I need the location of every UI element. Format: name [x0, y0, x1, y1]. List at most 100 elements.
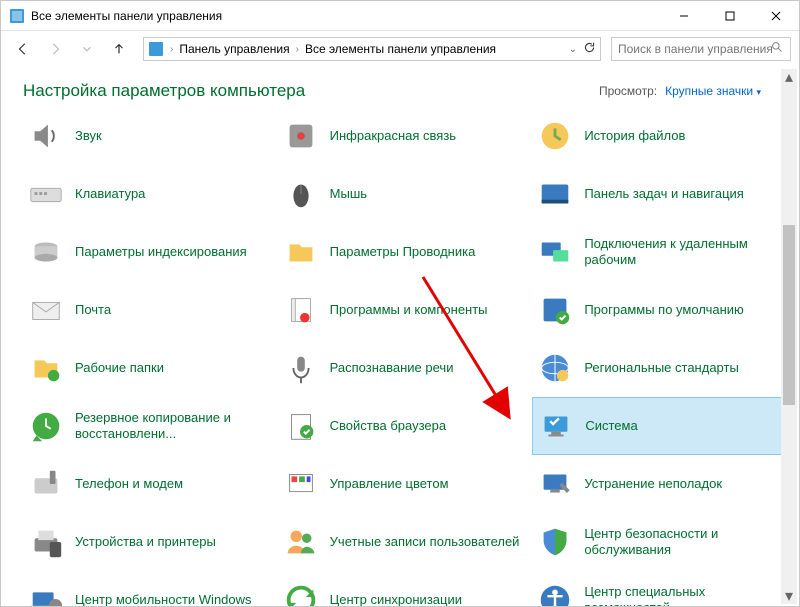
control-panel-item[interactable]: Программы и компоненты	[278, 281, 533, 339]
close-button[interactable]	[753, 1, 799, 30]
forward-button[interactable]	[41, 35, 69, 63]
region-icon	[534, 347, 576, 389]
item-label: Региональные стандарты	[584, 360, 738, 376]
mail-icon	[25, 289, 67, 331]
control-panel-item[interactable]: Клавиатура	[23, 165, 278, 223]
content-area: Настройка параметров компьютера Просмотр…	[1, 67, 799, 606]
view-by-dropdown[interactable]: Крупные значки ▾	[665, 84, 761, 98]
item-label: Центр специальных возможностей	[584, 584, 781, 606]
control-panel-item[interactable]: Устройства и принтеры	[23, 513, 278, 571]
scrollbar-track[interactable]	[781, 85, 797, 588]
item-label: Центр мобильности Windows	[75, 592, 252, 606]
devices-printers-icon	[25, 521, 67, 563]
chevron-right-icon: ›	[170, 44, 173, 55]
page-title: Настройка параметров компьютера	[23, 81, 305, 101]
item-label: Учетные записи пользователей	[330, 534, 520, 550]
chevron-down-icon[interactable]: ⌄	[569, 44, 577, 55]
scroll-down-button[interactable]: ▾	[781, 588, 797, 604]
control-panel-item[interactable]: История файлов	[532, 107, 787, 165]
control-panel-item[interactable]: Панель задач и навигация	[532, 165, 787, 223]
view-by-label: Просмотр:	[599, 84, 657, 98]
refresh-icon[interactable]	[583, 41, 596, 57]
item-label: Панель задач и навигация	[584, 186, 744, 202]
control-panel-item[interactable]: Распознавание речи	[278, 339, 533, 397]
item-label: Звук	[75, 128, 102, 144]
item-label: Параметры индексирования	[75, 244, 247, 260]
content-header: Настройка параметров компьютера Просмотр…	[23, 81, 787, 101]
control-panel-item[interactable]: Устранение неполадок	[532, 455, 787, 513]
backup-icon	[25, 405, 67, 447]
item-label: Центр синхронизации	[330, 592, 462, 606]
vertical-scrollbar[interactable]: ▴ ▾	[781, 69, 797, 604]
remote-desktop-icon	[534, 231, 576, 273]
back-button[interactable]	[9, 35, 37, 63]
titlebar: Все элементы панели управления	[1, 1, 799, 31]
control-panel-item[interactable]: Резервное копирование и восстановлени...	[23, 397, 278, 455]
item-label: Инфракрасная связь	[330, 128, 456, 144]
control-panel-item[interactable]: Свойства браузера	[278, 397, 533, 455]
item-label: Программы по умолчанию	[584, 302, 743, 318]
control-panel-item[interactable]: Подключения к удаленным рабочим	[532, 223, 787, 281]
mobility-icon	[25, 579, 67, 606]
item-label: Центр безопасности и обслуживания	[584, 526, 781, 559]
control-panel-item[interactable]: Центр специальных возможностей	[532, 571, 787, 606]
search-icon	[771, 41, 784, 57]
item-label: Устройства и принтеры	[75, 534, 216, 550]
scrollbar-thumb[interactable]	[783, 225, 795, 405]
sync-icon	[280, 579, 322, 606]
internet-options-icon	[280, 405, 322, 447]
item-label: Клавиатура	[75, 186, 145, 202]
control-panel-item[interactable]: Инфракрасная связь	[278, 107, 533, 165]
infrared-icon	[280, 115, 322, 157]
file-history-icon	[534, 115, 576, 157]
control-panel-item[interactable]: Рабочие папки	[23, 339, 278, 397]
item-label: Распознавание речи	[330, 360, 454, 376]
keyboard-icon	[25, 173, 67, 215]
control-panel-item[interactable]: Мышь	[278, 165, 533, 223]
item-label: Рабочие папки	[75, 360, 164, 376]
control-panel-item[interactable]: Телефон и модем	[23, 455, 278, 513]
window-title: Все элементы панели управления	[31, 9, 661, 23]
default-programs-icon	[534, 289, 576, 331]
control-panel-item[interactable]: Центр мобильности Windows	[23, 571, 278, 606]
control-panel-item[interactable]: Звук	[23, 107, 278, 165]
item-label: Параметры Проводника	[330, 244, 476, 260]
maximize-button[interactable]	[707, 1, 753, 30]
chevron-right-icon: ›	[296, 44, 299, 55]
control-panel-item[interactable]: Центр синхронизации	[278, 571, 533, 606]
item-label: Почта	[75, 302, 111, 318]
view-by-control: Просмотр: Крупные значки ▾	[599, 84, 761, 98]
item-label: Резервное копирование и восстановлени...	[75, 410, 272, 443]
search-box[interactable]	[611, 37, 791, 61]
control-panel-item[interactable]: Программы по умолчанию	[532, 281, 787, 339]
minimize-button[interactable]	[661, 1, 707, 30]
control-panel-item[interactable]: Управление цветом	[278, 455, 533, 513]
navbar: › Панель управления › Все элементы панел…	[1, 31, 799, 67]
item-label: Мышь	[330, 186, 367, 202]
chevron-down-icon: ▾	[756, 87, 761, 97]
control-panel-item[interactable]: Параметры Проводника	[278, 223, 533, 281]
explorer-options-icon	[280, 231, 322, 273]
control-panel-item[interactable]: Почта	[23, 281, 278, 339]
breadcrumb-root[interactable]: Панель управления	[179, 42, 289, 56]
accessibility-icon	[534, 579, 576, 606]
control-panel-item[interactable]: Система	[532, 397, 787, 455]
control-panel-icon	[9, 8, 25, 24]
recent-locations-button[interactable]	[73, 35, 101, 63]
security-center-icon	[534, 521, 576, 563]
items-grid: Звук Инфракрасная связь История файлов Клав…	[23, 107, 787, 606]
speech-icon	[280, 347, 322, 389]
up-button[interactable]	[105, 35, 133, 63]
address-bar[interactable]: › Панель управления › Все элементы панел…	[143, 37, 601, 61]
item-label: Устранение неполадок	[584, 476, 722, 492]
troubleshoot-icon	[534, 463, 576, 505]
control-panel-item[interactable]: Учетные записи пользователей	[278, 513, 533, 571]
scroll-up-button[interactable]: ▴	[781, 69, 797, 85]
control-panel-item[interactable]: Центр безопасности и обслуживания	[532, 513, 787, 571]
control-panel-item[interactable]: Параметры индексирования	[23, 223, 278, 281]
sound-icon	[25, 115, 67, 157]
breadcrumb-current[interactable]: Все элементы панели управления	[305, 42, 496, 56]
control-panel-item[interactable]: Региональные стандарты	[532, 339, 787, 397]
search-input[interactable]	[618, 42, 784, 56]
system-icon	[535, 405, 577, 447]
